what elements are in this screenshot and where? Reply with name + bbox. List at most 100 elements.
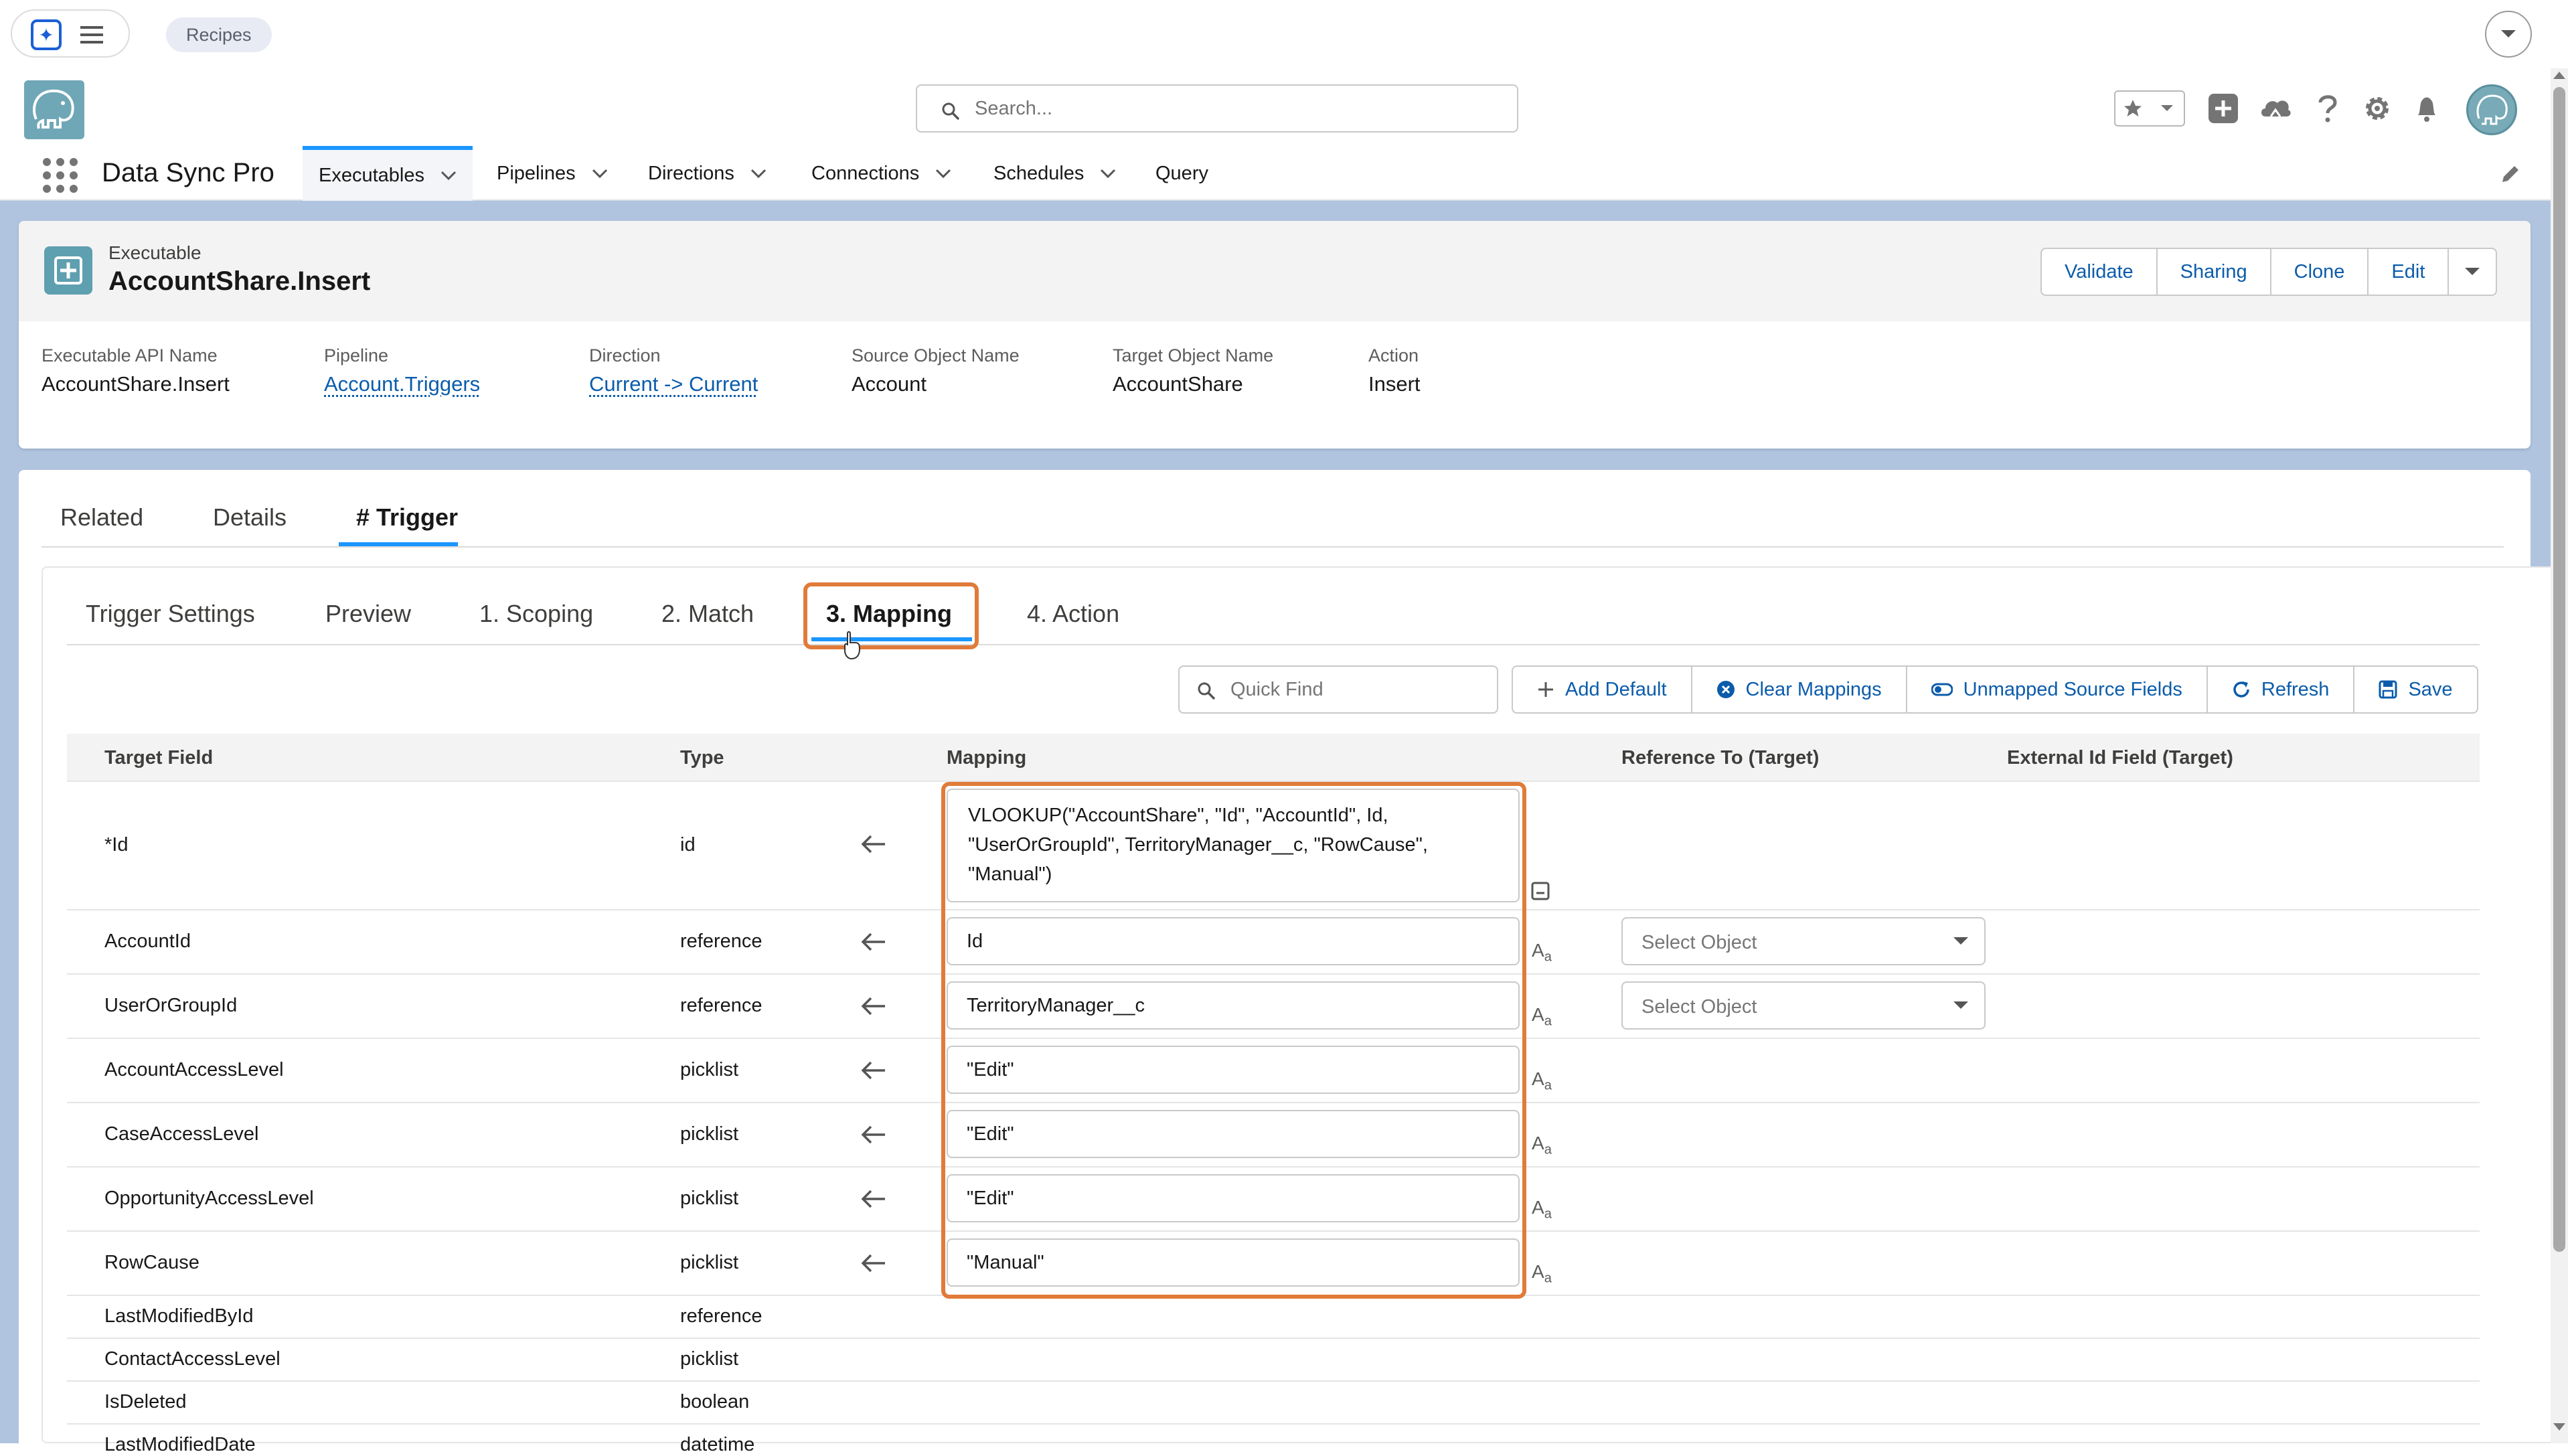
nav-tab-label: Executables — [319, 164, 424, 186]
arrow-left-icon — [861, 933, 885, 951]
data-sync-pro-logo[interactable] — [24, 80, 84, 139]
gear-icon[interactable] — [2359, 90, 2395, 127]
tab-preview[interactable]: Preview — [325, 600, 411, 628]
col-type[interactable]: Type — [680, 747, 724, 769]
clone-button[interactable]: Clone — [2271, 249, 2369, 295]
nav-tab-directions[interactable]: Directions — [632, 146, 783, 201]
save-label: Save — [2408, 678, 2453, 700]
add-icon[interactable] — [2205, 90, 2241, 127]
target-field: OpportunityAccessLevel — [104, 1188, 314, 1209]
target-field: AccountAccessLevel — [104, 1059, 284, 1080]
scrollbar-thumb[interactable] — [2553, 87, 2565, 1252]
sharing-button[interactable]: Sharing — [2158, 249, 2271, 295]
scroll-down-icon[interactable] — [2552, 1422, 2567, 1433]
validate-button[interactable]: Validate — [2042, 249, 2158, 295]
chevron-down-icon[interactable] — [1100, 169, 1116, 178]
assistant-launcher[interactable]: ✦ — [11, 9, 130, 58]
text-format-icon[interactable]: Aa — [1532, 1068, 1552, 1094]
reference-object-select[interactable]: Select Object — [1621, 981, 1986, 1030]
sparkle-icon[interactable]: ✦ — [31, 19, 62, 50]
field-value-api-name: AccountShare.Insert — [42, 372, 230, 396]
clear-mappings-button[interactable]: Clear Mappings — [1692, 667, 1907, 712]
tab-trigger[interactable]: # Trigger — [356, 503, 458, 532]
edit-button[interactable]: Edit — [2369, 249, 2450, 295]
star-icon[interactable] — [2115, 92, 2150, 125]
nav-tab-label: Directions — [648, 162, 734, 184]
global-search[interactable] — [916, 84, 1518, 133]
target-field: RowCause — [104, 1252, 199, 1273]
quick-find-input[interactable] — [1229, 675, 1483, 704]
chevron-down-icon[interactable] — [935, 169, 951, 178]
table-row — [67, 1382, 2480, 1425]
add-default-button[interactable]: Add Default — [1513, 667, 1692, 712]
text-format-icon[interactable]: Aa — [1532, 1197, 1552, 1222]
nav-tab-label: Connections — [811, 162, 920, 184]
field-type: picklist — [680, 1188, 739, 1209]
recipes-tab[interactable]: Recipes — [166, 17, 272, 52]
col-target-field[interactable]: Target Field — [104, 747, 213, 769]
field-value-action: Insert — [1368, 372, 1421, 396]
nav-tab-executables[interactable]: Executables — [303, 146, 473, 201]
tab-match[interactable]: 2. Match — [661, 600, 754, 628]
record-title: AccountShare.Insert — [108, 266, 371, 296]
more-actions-button[interactable] — [2449, 249, 2496, 295]
nav-tab-connections[interactable]: Connections — [795, 146, 967, 201]
col-reference-to[interactable]: Reference To (Target) — [1621, 747, 1819, 769]
field-type: picklist — [680, 1252, 739, 1273]
chevron-down-icon[interactable] — [1952, 1000, 1970, 1011]
select-placeholder: Select Object — [1641, 996, 1757, 1018]
text-format-icon[interactable]: Aa — [1532, 1133, 1552, 1158]
target-field: LastModifiedDate — [104, 1434, 256, 1455]
text-format-icon[interactable]: Aa — [1532, 1004, 1552, 1030]
edit-nav-pencil-icon[interactable] — [2500, 163, 2521, 185]
help-icon[interactable] — [2310, 90, 2346, 127]
field-type: picklist — [680, 1348, 739, 1370]
chevron-down-icon[interactable] — [750, 169, 767, 178]
direction-link[interactable]: Current -> Current — [589, 372, 758, 396]
tab-divider — [42, 546, 2504, 548]
tab-action[interactable]: 4. Action — [1027, 600, 1119, 628]
chevron-down-icon[interactable] — [2150, 92, 2184, 125]
nav-tab-query[interactable]: Query — [1139, 146, 1224, 201]
chevron-down-icon[interactable] — [1952, 936, 1970, 947]
field-label-action: Action — [1368, 345, 1419, 366]
col-mapping[interactable]: Mapping — [947, 747, 1026, 769]
tab-scoping[interactable]: 1. Scoping — [479, 600, 593, 628]
field-type: picklist — [680, 1059, 739, 1080]
app-launcher-icon[interactable] — [42, 157, 79, 194]
notification-bell-icon[interactable] — [2409, 90, 2445, 127]
toggle-icon — [1931, 683, 1953, 696]
arrow-left-icon — [861, 1061, 885, 1080]
chevron-down-icon[interactable] — [592, 169, 608, 178]
tab-details[interactable]: Details — [213, 503, 287, 532]
chevron-down-icon[interactable] — [2464, 266, 2481, 277]
col-external-id[interactable]: External Id Field (Target) — [2007, 747, 2233, 769]
trailhead-icon[interactable] — [2257, 90, 2294, 127]
browser-toolbar — [0, 0, 2568, 68]
chevron-down-icon[interactable] — [440, 171, 457, 180]
field-value-target-object: AccountShare — [1113, 372, 1243, 396]
pipeline-link[interactable]: Account.Triggers — [324, 372, 480, 396]
favorites-button[interactable] — [2114, 90, 2185, 127]
save-button[interactable]: Save — [2354, 667, 2476, 712]
reference-object-select[interactable]: Select Object — [1621, 917, 1986, 965]
text-format-icon[interactable]: Aa — [1532, 1261, 1552, 1287]
target-field: *Id — [104, 834, 129, 856]
tab-trigger-settings[interactable]: Trigger Settings — [86, 600, 255, 628]
nav-tab-pipelines[interactable]: Pipelines — [481, 146, 624, 201]
text-format-icon[interactable]: Aa — [1532, 940, 1552, 965]
refresh-button[interactable]: Refresh — [2208, 667, 2355, 712]
nav-tab-schedules[interactable]: Schedules — [977, 146, 1132, 201]
refresh-label: Refresh — [2261, 678, 2330, 700]
hamburger-menu-icon[interactable] — [76, 22, 108, 48]
search-icon — [942, 102, 959, 120]
user-avatar[interactable] — [2466, 84, 2517, 135]
scroll-up-icon[interactable] — [2552, 70, 2567, 80]
expand-editor-icon[interactable] — [1530, 881, 1550, 901]
chevron-down-icon[interactable] — [2485, 11, 2532, 58]
tab-related[interactable]: Related — [60, 503, 143, 532]
unmapped-source-fields-button[interactable]: Unmapped Source Fields — [1907, 667, 2208, 712]
search-input[interactable] — [973, 92, 1496, 125]
quick-find[interactable] — [1178, 665, 1498, 714]
target-field: ContactAccessLevel — [104, 1348, 280, 1370]
